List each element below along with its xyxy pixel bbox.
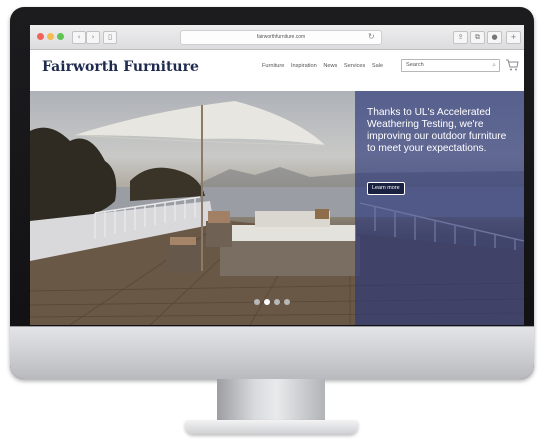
nav-item-services[interactable]: Services — [344, 63, 365, 69]
back-icon[interactable]: ‹ — [72, 31, 86, 44]
carousel-dot-1[interactable] — [254, 299, 260, 305]
hero-headline: Thanks to UL's Accelerated Weathering Te… — [367, 107, 507, 154]
add-tab-icon[interactable]: + — [506, 31, 521, 44]
learn-more-button[interactable]: Learn more — [367, 182, 405, 195]
monitor-frame: ‹ › ▯ fairworthfurniture.com ↻ ⇪ ⧉ ● + F… — [10, 7, 534, 379]
sidebar-icon[interactable]: ▯ — [103, 31, 117, 44]
extension-icon[interactable]: ● — [487, 31, 502, 44]
nav-item-news[interactable]: News — [323, 63, 337, 69]
hero-overlay: Thanks to UL's Accelerated Weathering Te… — [355, 91, 524, 325]
nav-item-furniture[interactable]: Furniture — [262, 63, 284, 69]
zoom-window-button[interactable] — [57, 33, 64, 40]
browser-toolbar: ‹ › ▯ fairworthfurniture.com ↻ ⇪ ⧉ ● + — [30, 25, 524, 50]
site-header: Fairworth Furniture Furniture Inspiratio… — [30, 50, 524, 91]
hero-banner: Thanks to UL's Accelerated Weathering Te… — [30, 91, 524, 325]
search-placeholder: Search — [406, 62, 424, 68]
monitor-base — [185, 420, 358, 434]
forward-icon[interactable]: › — [86, 31, 100, 44]
tabs-icon[interactable]: ⧉ — [470, 31, 485, 44]
monitor-stand — [217, 379, 325, 425]
main-nav: Furniture Inspiration News Services Sale — [262, 63, 388, 69]
carousel-dot-4[interactable] — [284, 299, 290, 305]
nav-item-inspiration[interactable]: Inspiration — [291, 63, 317, 69]
nav-item-sale[interactable]: Sale — [372, 63, 383, 69]
carousel-dot-2[interactable] — [264, 299, 270, 305]
screen: ‹ › ▯ fairworthfurniture.com ↻ ⇪ ⧉ ● + F… — [30, 25, 524, 325]
share-icon[interactable]: ⇪ — [453, 31, 468, 44]
carousel-dot-3[interactable] — [274, 299, 280, 305]
cart-icon[interactable] — [505, 58, 519, 72]
monitor-chin — [10, 326, 534, 379]
minimize-window-button[interactable] — [47, 33, 54, 40]
search-icon[interactable]: ⌕ — [492, 60, 496, 71]
address-bar[interactable]: fairworthfurniture.com — [180, 30, 382, 45]
close-window-button[interactable] — [37, 33, 44, 40]
site-logo[interactable]: Fairworth Furniture — [42, 59, 199, 75]
reload-icon[interactable]: ↻ — [368, 30, 375, 44]
search-input[interactable]: Search ⌕ — [401, 59, 500, 72]
